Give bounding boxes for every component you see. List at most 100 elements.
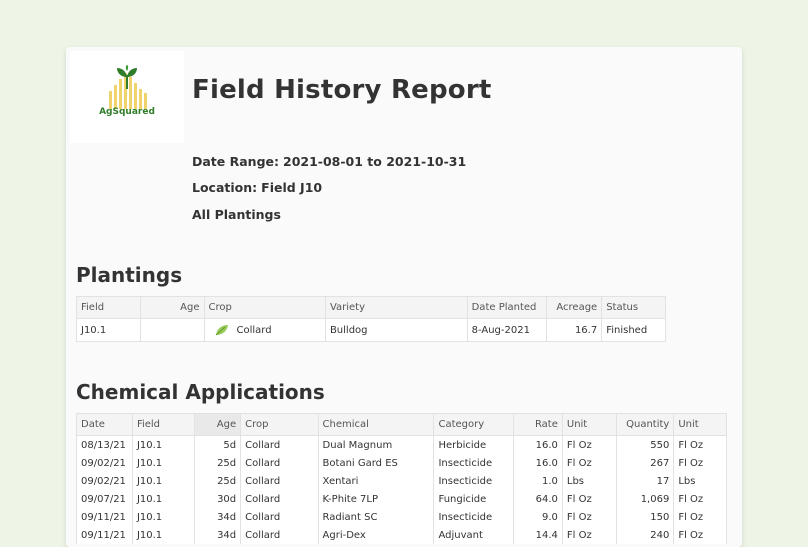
location-label: Location: — [192, 180, 258, 195]
leaf-icon — [215, 325, 228, 336]
col-chemical: Chemical — [317, 413, 435, 436]
cell-unit: Fl Oz — [561, 454, 618, 472]
cell-quantity: 1,069 — [616, 490, 675, 508]
table-row: 09/02/21 J10.1 25d Collard Botani Gard ES Ins… — [76, 454, 727, 472]
table-row: 09/07/21 J10.1 30d Collard K-Phite 7LP Fungic… — [76, 490, 727, 508]
crop-name: Collard — [236, 325, 272, 336]
cell-unit: Lbs — [561, 472, 618, 490]
cell-quantity: 150 — [616, 508, 675, 526]
cell-age: 34d — [194, 526, 242, 544]
cell-crop: Collard — [240, 490, 319, 508]
plantings-title: Plantings — [76, 263, 183, 287]
cell-date: 09/02/21 — [76, 454, 133, 472]
cell-quantity-unit: Lbs — [673, 472, 727, 490]
col-quantity: Quantity — [616, 413, 675, 436]
cell-category: Insecticide — [433, 472, 515, 490]
col-age: Age — [139, 296, 205, 319]
cell-quantity-unit: Fl Oz — [673, 454, 727, 472]
chemical-applications-title: Chemical Applications — [76, 380, 325, 404]
cell-age: 25d — [194, 472, 242, 490]
date-range-value: 2021-08-01 to 2021-10-31 — [283, 154, 467, 169]
cell-variety: Bulldog — [324, 318, 468, 342]
cell-field: J10.1 — [131, 490, 196, 508]
cell-category: Fungicide — [433, 490, 515, 508]
cell-date: 08/13/21 — [76, 435, 133, 454]
cell-chemical: Botani Gard ES — [317, 454, 435, 472]
cell-unit: Fl Oz — [561, 490, 618, 508]
cell-date: 09/02/21 — [76, 472, 133, 490]
col-status: Status — [601, 296, 666, 319]
cell-age: 30d — [194, 490, 242, 508]
cell-date: 09/07/21 — [76, 490, 133, 508]
cell-age — [139, 318, 205, 342]
cell-category: Insecticide — [433, 454, 515, 472]
cell-category: Insecticide — [433, 508, 515, 526]
col-date-planted: Date Planted — [466, 296, 547, 319]
cell-rate: 9.0 — [513, 508, 563, 526]
cell-field: J10.1 — [131, 454, 196, 472]
cell-age: 34d — [194, 508, 242, 526]
cell-quantity-unit: Fl Oz — [673, 490, 727, 508]
col-date: Date — [76, 413, 133, 436]
cell-crop: Collard — [240, 508, 319, 526]
cell-unit: Fl Oz — [561, 508, 618, 526]
col-field: Field — [76, 296, 141, 319]
cell-crop: Collard — [203, 318, 326, 342]
col-crop: Crop — [240, 413, 319, 436]
cell-rate: 1.0 — [513, 472, 563, 490]
report-page: AgSquared Field History Report Date Rang… — [66, 47, 742, 547]
cell-unit: Fl Oz — [561, 435, 618, 454]
cell-acreage: 16.7 — [545, 318, 603, 342]
cell-quantity-unit: Fl Oz — [673, 435, 727, 454]
table-row: 09/02/21 J10.1 25d Collard Xentari Insecticid… — [76, 472, 727, 490]
cell-rate: 14.4 — [513, 526, 563, 544]
cell-crop: Collard — [240, 435, 319, 454]
cell-status: Finished — [601, 318, 666, 342]
cell-category: Adjuvant — [433, 526, 515, 544]
cell-chemical: Dual Magnum — [317, 435, 435, 454]
col-category: Category — [433, 413, 515, 436]
cell-field: J10.1 — [131, 526, 196, 544]
cell-quantity-unit: Fl Oz — [673, 526, 727, 544]
location-value: Field J10 — [261, 180, 323, 195]
col-acreage: Acreage — [545, 296, 603, 319]
col-field: Field — [131, 413, 196, 436]
cell-chemical: Radiant SC — [317, 508, 435, 526]
cell-quantity: 550 — [616, 435, 675, 454]
cell-field: J10.1 — [131, 508, 196, 526]
report-title: Field History Report — [192, 75, 492, 105]
cell-age: 5d — [194, 435, 242, 454]
cell-chemical: Xentari — [317, 472, 435, 490]
col-quantity-unit: Unit — [673, 413, 727, 436]
table-row: J10.1 Collard Bulldog 8-Aug-2021 16.7 Fi… — [76, 318, 666, 342]
table-row: 08/13/21 J10.1 5d Collard Dual Magnum Herbici… — [76, 435, 727, 454]
location: Location: Field J10 — [192, 180, 322, 195]
table-row: 09/11/21 J10.1 34d Collard Radiant SC Insecti… — [76, 508, 727, 526]
logo-text: AgSquared — [99, 107, 155, 117]
table-row: 09/11/21 J10.1 34d Collard Agri-Dex Adjuvant 1… — [76, 526, 727, 544]
cell-quantity: 17 — [616, 472, 675, 490]
cell-field: J10.1 — [131, 435, 196, 454]
col-unit: Unit — [561, 413, 618, 436]
logo-sprout-icon — [109, 65, 147, 109]
cell-chemical: Agri-Dex — [317, 526, 435, 544]
col-crop: Crop — [203, 296, 326, 319]
cell-crop: Collard — [240, 526, 319, 544]
chemical-applications-table: Date Field Age Crop Chemical Category Ra… — [76, 413, 727, 544]
col-age: Age — [194, 413, 242, 436]
agsquared-logo: AgSquared — [70, 51, 184, 143]
plantings-scope: All Plantings — [192, 207, 281, 222]
cell-unit: Fl Oz — [561, 526, 618, 544]
cell-field: J10.1 — [131, 472, 196, 490]
cell-date: 09/11/21 — [76, 526, 133, 544]
date-range: Date Range: 2021-08-01 to 2021-10-31 — [192, 154, 466, 169]
date-range-label: Date Range: — [192, 154, 279, 169]
cell-chemical: K-Phite 7LP — [317, 490, 435, 508]
col-rate: Rate — [513, 413, 563, 436]
cell-quantity: 240 — [616, 526, 675, 544]
cell-crop: Collard — [240, 472, 319, 490]
cell-rate: 16.0 — [513, 454, 563, 472]
cell-category: Herbicide — [433, 435, 515, 454]
cell-date: 09/11/21 — [76, 508, 133, 526]
cell-crop: Collard — [240, 454, 319, 472]
